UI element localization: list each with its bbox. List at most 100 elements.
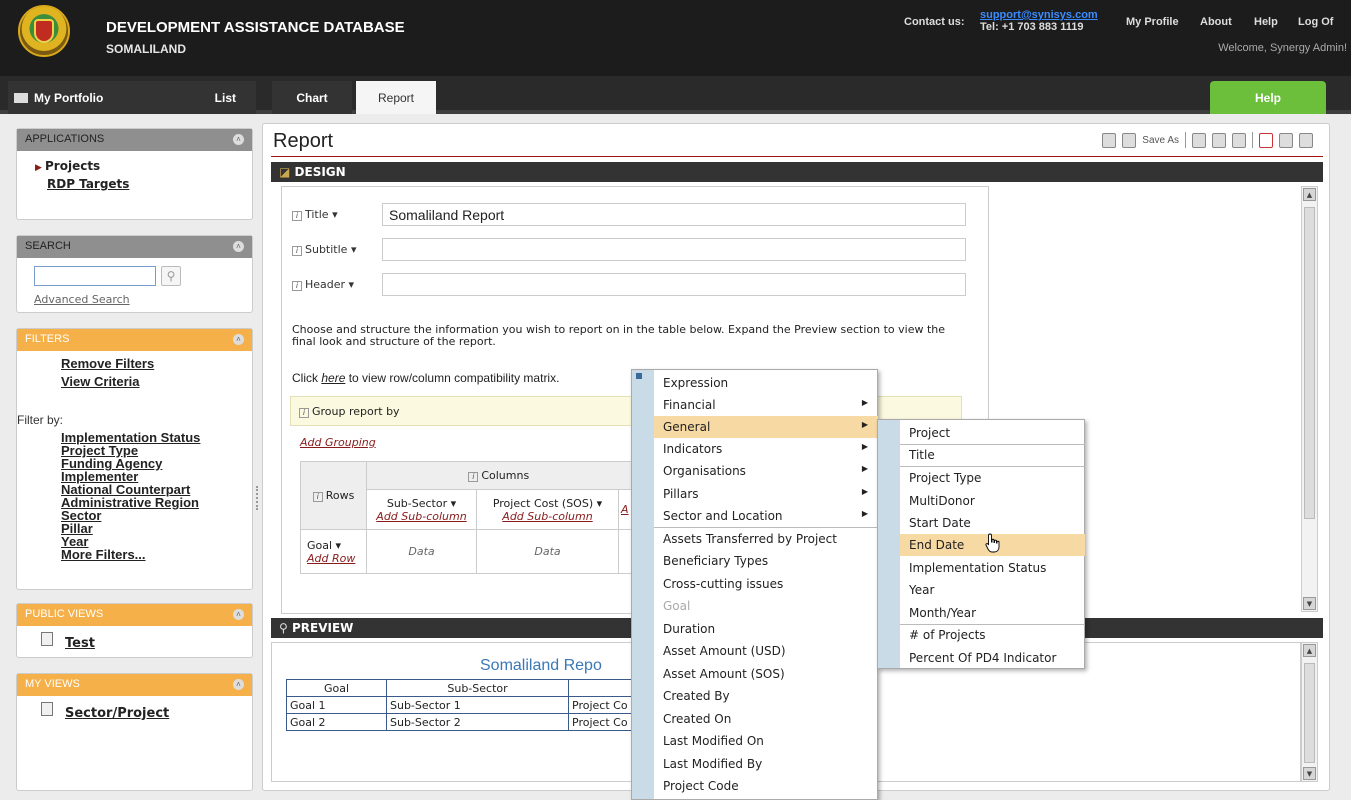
collapse-icon[interactable]: ˄ xyxy=(233,609,244,620)
partial-column-cell: A xyxy=(618,489,631,530)
my-views-header[interactable]: MY VIEWS ˄ xyxy=(17,674,252,696)
search-input[interactable] xyxy=(34,266,156,286)
menu-item-sector-location[interactable]: Sector and Location ▶ xyxy=(654,505,878,527)
save-icon[interactable] xyxy=(1102,132,1117,148)
collapse-icon[interactable]: ˄ xyxy=(233,134,244,145)
subtitle-input[interactable] xyxy=(382,238,966,261)
partial-link[interactable]: A xyxy=(621,503,629,516)
my-profile-link[interactable]: My Profile xyxy=(1126,16,1179,28)
menu-item-created-by[interactable]: Created By xyxy=(654,685,878,707)
menu-item-pillars-label: Pillars xyxy=(663,487,699,501)
tab-report[interactable]: Report xyxy=(356,81,436,114)
scroll-thumb[interactable] xyxy=(1304,207,1315,519)
scroll-up-icon[interactable]: ▲ xyxy=(1303,644,1316,657)
menu-item-expression[interactable]: Expression xyxy=(654,372,878,394)
search-header[interactable]: SEARCH ˄ xyxy=(17,236,252,258)
filters-header[interactable]: FILTERS ˄ xyxy=(17,329,252,351)
view-criteria-link[interactable]: View Criteria xyxy=(61,372,252,392)
view-test-link[interactable]: Test xyxy=(65,637,95,651)
submenu-item-month-year[interactable]: Month/Year xyxy=(900,602,1085,624)
menu-item-last-modified-by[interactable]: Last Modified By xyxy=(654,753,878,775)
menu-item-cross-cutting[interactable]: Cross-cutting issues xyxy=(654,573,878,595)
menu-item-asset-amount-usd[interactable]: Asset Amount (USD) xyxy=(654,640,878,662)
advanced-search-link[interactable]: Advanced Search xyxy=(34,293,130,306)
applications-header[interactable]: APPLICATIONS ˄ xyxy=(17,129,252,151)
menu-item-duration[interactable]: Duration xyxy=(654,618,878,640)
remove-filters-link[interactable]: Remove Filters xyxy=(61,356,252,372)
design-table: i Rows i Columns Sub-Sector ▾ Add Sub-colu… xyxy=(300,461,631,574)
sidebar-item-rdp-targets[interactable]: RDP Targets xyxy=(47,177,252,191)
scroll-thumb[interactable] xyxy=(1304,663,1315,763)
filter-pillar[interactable]: Pillar xyxy=(61,522,252,535)
scroll-down-icon[interactable]: ▼ xyxy=(1303,767,1316,780)
save-as-label[interactable]: Save As xyxy=(1142,135,1179,146)
menu-item-last-modified-on[interactable]: Last Modified On xyxy=(654,730,878,752)
submenu-item-num-projects[interactable]: # of Projects xyxy=(900,624,1085,646)
title-input[interactable] xyxy=(382,203,966,226)
pdf-icon[interactable] xyxy=(1259,132,1273,148)
goal-row-label[interactable]: Goal ▾ xyxy=(307,539,366,552)
menu-item-beneficiary-types[interactable]: Beneficiary Types xyxy=(654,550,878,572)
menu-item-organisations-label: Organisations xyxy=(663,464,746,478)
add-subcolumn-link[interactable]: Add Sub-column xyxy=(367,510,476,523)
submenu-item-title[interactable]: Title xyxy=(900,444,1085,466)
menu-item-project-code[interactable]: Project Code xyxy=(654,775,878,797)
menu-item-indicators[interactable]: Indicators ▶ xyxy=(654,438,878,460)
rows-label: Rows xyxy=(325,489,355,502)
submenu-item-percent-pd4[interactable]: Percent Of PD4 Indicator xyxy=(900,647,1085,669)
submenu-item-multidonor[interactable]: MultiDonor xyxy=(900,490,1085,512)
collapse-icon[interactable]: ˄ xyxy=(233,679,244,690)
tab-my-portfolio[interactable]: My Portfolio List xyxy=(8,81,256,114)
submenu-item-year[interactable]: Year xyxy=(900,579,1085,601)
design-section-header[interactable]: ◪ DESIGN xyxy=(271,162,1323,182)
subsector-column-label[interactable]: Sub-Sector ▾ xyxy=(367,497,476,510)
preview-scrollbar[interactable]: ▲ ▼ xyxy=(1301,642,1318,782)
view-sector-project-link[interactable]: Sector/Project xyxy=(65,707,169,721)
more-filters-link[interactable]: More Filters... xyxy=(61,548,252,561)
submenu-item-project-type[interactable]: Project Type xyxy=(900,467,1085,489)
preview-icon[interactable] xyxy=(1232,132,1246,148)
contact-email-link[interactable]: support@synisys.com xyxy=(980,9,1098,21)
compatibility-matrix-link[interactable]: here xyxy=(321,371,345,385)
menu-item-asset-amount-sos[interactable]: Asset Amount (SOS) xyxy=(654,663,878,685)
submenu-item-project[interactable]: Project xyxy=(900,422,1085,444)
public-views-header[interactable]: PUBLIC VIEWS ˄ xyxy=(17,604,252,626)
word-icon[interactable] xyxy=(1279,132,1293,148)
header-input[interactable] xyxy=(382,273,966,296)
collapse-icon[interactable]: ˄ xyxy=(233,241,244,252)
header-field-label[interactable]: i Header ▾ xyxy=(292,278,382,291)
menu-item-financial[interactable]: Financial ▶ xyxy=(654,394,878,416)
menu-item-pillars[interactable]: Pillars ▶ xyxy=(654,483,878,505)
tab-help[interactable]: Help xyxy=(1210,81,1326,114)
menu-item-assets-transferred[interactable]: Assets Transferred by Project xyxy=(654,528,878,550)
export-icon[interactable] xyxy=(1212,132,1226,148)
scroll-down-icon[interactable]: ▼ xyxy=(1303,597,1316,610)
print-icon[interactable] xyxy=(1192,132,1206,148)
sidebar-item-projects[interactable]: Projects xyxy=(45,159,252,173)
menu-item-created-on[interactable]: Created On xyxy=(654,708,878,730)
menu-item-general[interactable]: General ▶ xyxy=(654,416,878,438)
save-as-icon[interactable] xyxy=(1122,132,1137,148)
title-field-label[interactable]: i Title ▾ xyxy=(292,208,382,221)
collapse-icon[interactable]: ˄ xyxy=(233,334,244,345)
tab-chart[interactable]: Chart xyxy=(272,81,352,114)
excel-icon[interactable] xyxy=(1299,132,1313,148)
logoff-link[interactable]: Log Of xyxy=(1298,16,1333,28)
projectcost-column-label[interactable]: Project Cost (SOS) ▾ xyxy=(477,497,618,510)
submenu-item-implementation-status[interactable]: Implementation Status xyxy=(900,557,1085,579)
tab-list[interactable]: List xyxy=(215,91,236,105)
menu-item-organisations[interactable]: Organisations ▶ xyxy=(654,460,878,482)
submenu-item-start-date[interactable]: Start Date xyxy=(900,512,1085,534)
submenu-arrow-icon: ▶ xyxy=(861,464,868,473)
search-icon[interactable]: ⚲ xyxy=(161,266,181,286)
add-grouping-link[interactable]: Add Grouping xyxy=(300,436,376,449)
add-row-link[interactable]: Add Row xyxy=(307,552,366,565)
about-link[interactable]: About xyxy=(1200,16,1232,28)
subtitle-field-label[interactable]: i Subtitle ▾ xyxy=(292,243,382,256)
document-icon xyxy=(41,702,53,716)
design-scrollbar[interactable]: ▲ ▼ xyxy=(1301,186,1318,612)
scroll-up-icon[interactable]: ▲ xyxy=(1303,188,1316,201)
add-subcolumn-link[interactable]: Add Sub-column xyxy=(477,510,618,523)
help-link[interactable]: Help xyxy=(1254,16,1278,28)
sidebar-resize-handle[interactable] xyxy=(256,486,259,510)
